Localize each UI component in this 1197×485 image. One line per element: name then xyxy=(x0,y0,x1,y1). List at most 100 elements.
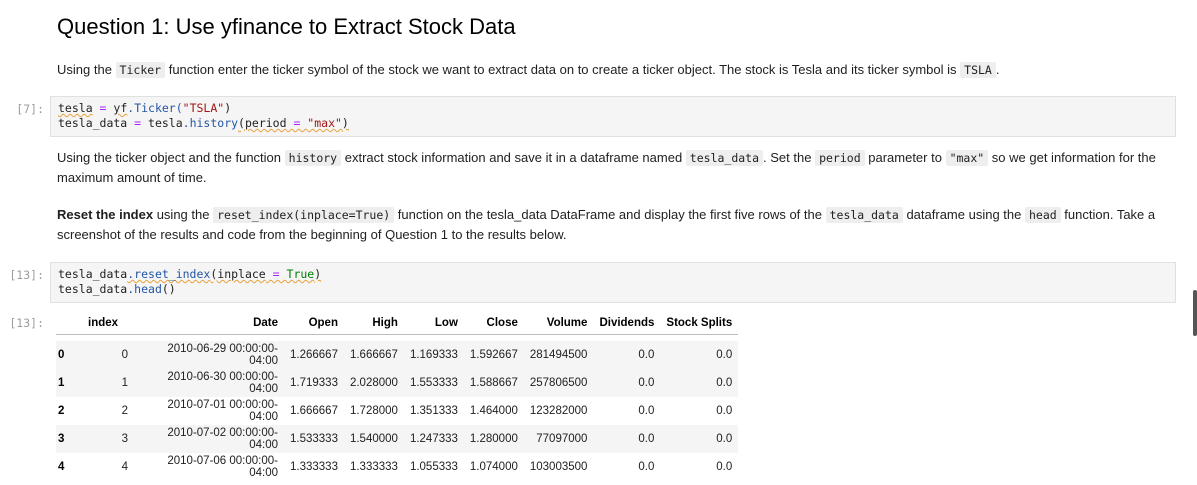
row-index: 1 xyxy=(58,377,65,389)
table-cell: 1.333333 xyxy=(290,461,338,473)
table-cell: 0.0 xyxy=(638,433,655,445)
table-cell: 1.666667 xyxy=(349,349,398,361)
inline-code: tesla_data xyxy=(685,150,764,166)
table-cell: 1.266667 xyxy=(290,349,338,361)
text: parameter to xyxy=(864,150,946,165)
column-header: Close xyxy=(486,317,518,329)
table-cell: 1.666667 xyxy=(290,405,338,417)
table-cell: 1.719333 xyxy=(290,377,338,389)
code-token: = xyxy=(286,116,308,130)
inline-code: TSLA xyxy=(960,62,996,78)
cell-prompt: [13]: xyxy=(9,268,44,282)
inline-code: "max" xyxy=(945,150,989,166)
question-heading: Question 1: Use yfinance to Extract Stoc… xyxy=(57,14,516,39)
table-cell: 1.169333 xyxy=(409,349,458,361)
code-token: = xyxy=(265,267,287,281)
column-header xyxy=(56,312,82,335)
row-index: 0 xyxy=(58,349,65,361)
table-cell: 2010-07-01 00:00:00-04:00 xyxy=(167,399,278,423)
table-cell: 0.0 xyxy=(716,461,733,473)
code-token: yf xyxy=(113,101,128,115)
text: . Set the xyxy=(763,150,816,165)
code-token: tesla_data xyxy=(58,267,128,281)
code-token: tesla_data xyxy=(58,282,128,296)
table-cell: 1.553333 xyxy=(409,377,458,389)
table-row: 0 0 2010-06-29 00:00:00-04:00 1.266667 1… xyxy=(56,341,739,369)
inline-code: tesla_data xyxy=(825,207,903,223)
table-header-row: index Date Open High Low Close Volume Di… xyxy=(56,312,739,335)
table-cell: 281494500 xyxy=(529,349,588,361)
text: Using the ticker object and the function xyxy=(57,150,285,165)
row-index: 4 xyxy=(58,461,65,473)
table-cell: 1.333333 xyxy=(349,461,398,473)
table-cell: 123282000 xyxy=(529,405,588,417)
table-cell: 4 xyxy=(121,461,128,473)
inline-code: Ticker xyxy=(115,62,166,78)
code-token: .reset_index xyxy=(127,267,211,281)
text: using the xyxy=(153,207,214,222)
table-row: 2 2 2010-07-01 00:00:00-04:00 1.666667 1… xyxy=(56,397,739,425)
code-token: ) xyxy=(224,101,232,115)
bold-text: Reset the index xyxy=(57,207,154,222)
table-cell: 1.280000 xyxy=(469,433,518,445)
row-index: 2 xyxy=(58,405,65,417)
column-header: Date xyxy=(253,317,278,329)
code-token: .history xyxy=(182,116,239,130)
inline-code: head xyxy=(1024,207,1061,223)
text: dataframe using the xyxy=(902,207,1025,222)
inline-code: period xyxy=(815,150,865,166)
code-token: "max" xyxy=(307,116,342,130)
text: function enter the ticker symbol of the … xyxy=(165,62,961,77)
text: . xyxy=(995,62,1000,77)
code-token: = xyxy=(127,116,149,130)
column-header: High xyxy=(372,317,398,329)
table-cell: 1.592667 xyxy=(469,349,518,361)
table-cell: 3 xyxy=(121,433,128,445)
table-cell: 1.588667 xyxy=(469,377,518,389)
table-cell: 2010-06-29 00:00:00-04:00 xyxy=(167,343,278,367)
table-row: 4 4 2010-07-06 00:00:00-04:00 1.333333 1… xyxy=(56,453,739,481)
table-cell: 2010-07-06 00:00:00-04:00 xyxy=(167,455,278,479)
column-header: Low xyxy=(434,317,458,329)
code-token: ) xyxy=(314,267,322,281)
scrollbar-thumb[interactable] xyxy=(1193,290,1197,336)
table-row: 1 1 2010-06-30 00:00:00-04:00 1.719333 2… xyxy=(56,369,739,397)
table-cell: 0.0 xyxy=(638,461,655,473)
table-cell: 103003500 xyxy=(529,461,588,473)
code-token: tesla_data xyxy=(58,116,128,130)
table-cell: 1.351333 xyxy=(409,405,458,417)
table-cell: 0.0 xyxy=(638,349,655,361)
dataframe-output: index Date Open High Low Close Volume Di… xyxy=(56,312,739,481)
code-cell-ticker[interactable]: tesla = yf.Ticker("TSLA") tesla_data = t… xyxy=(50,96,1176,137)
table-cell: 1.074000 xyxy=(469,461,518,473)
table-cell: 257806500 xyxy=(529,377,588,389)
code-cell-reset-index[interactable]: tesla_data.reset_index(inplace = True) t… xyxy=(50,262,1176,303)
history-paragraph: Using the ticker object and the function… xyxy=(57,148,1157,188)
inline-code: reset_index(inplace=True) xyxy=(213,207,395,223)
inline-code: history xyxy=(284,150,342,166)
code-token: True xyxy=(286,267,315,281)
table-cell: 1 xyxy=(121,377,128,389)
table-cell: 2.028000 xyxy=(349,377,398,389)
cell-prompt: [7]: xyxy=(16,102,44,116)
code-token: = xyxy=(92,101,114,115)
table-cell: 0.0 xyxy=(638,377,655,389)
table-cell: 0.0 xyxy=(638,405,655,417)
table-cell: 0 xyxy=(121,349,128,361)
column-header: Dividends xyxy=(599,317,655,329)
code-token: .Ticker( xyxy=(127,101,183,115)
reset-index-paragraph: Reset the index using the reset_index(in… xyxy=(57,205,1157,245)
text: extract stock information and save it in… xyxy=(341,150,686,165)
table-cell: 0.0 xyxy=(716,405,733,417)
table-cell: 2010-06-30 00:00:00-04:00 xyxy=(167,371,278,395)
column-header: Open xyxy=(308,317,338,329)
table-cell: 1.533333 xyxy=(290,433,338,445)
table-cell: 0.0 xyxy=(716,377,733,389)
table-cell: 0.0 xyxy=(716,433,733,445)
text: function on the tesla_data DataFrame and… xyxy=(394,207,826,222)
code-token: (inplace xyxy=(210,267,266,281)
code-token: .head xyxy=(127,282,162,296)
text: Using the xyxy=(57,62,116,77)
table-cell: 0.0 xyxy=(716,349,733,361)
code-token: (period xyxy=(238,116,287,130)
